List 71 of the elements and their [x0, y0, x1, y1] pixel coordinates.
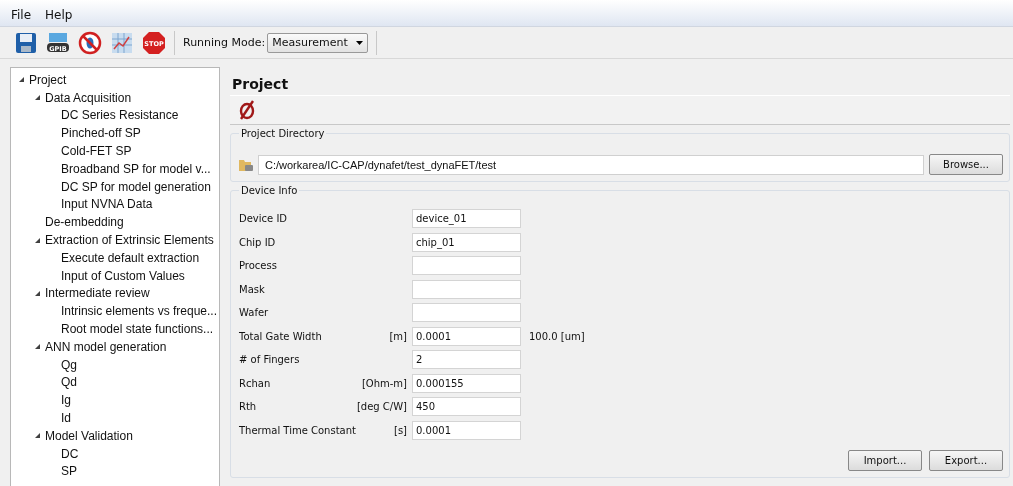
running-mode-dropdown[interactable]: Measurement: [267, 32, 368, 53]
input-field[interactable]: [412, 279, 521, 299]
tree-item[interactable]: Id: [59, 411, 73, 426]
input-field[interactable]: 450: [412, 397, 521, 417]
expand-arrow-icon[interactable]: [33, 432, 41, 440]
tree-item[interactable]: Broadband SP for model v...: [59, 161, 213, 176]
input-field[interactable]: chip_01: [412, 232, 521, 252]
tree-item[interactable]: Input of Custom Values: [59, 268, 187, 283]
expand-arrow-icon[interactable]: [33, 236, 41, 244]
field-label: # of Fingers: [239, 354, 301, 366]
group-title: Project Directory: [239, 128, 327, 139]
tree-item[interactable]: Model Validation: [43, 428, 135, 443]
field-label: Rchan: [239, 377, 272, 389]
tree-item[interactable]: Extraction of Extrinsic Elements: [43, 233, 216, 248]
unit-label: [m]: [389, 330, 407, 342]
panel-title: Project: [231, 75, 290, 94]
action-button[interactable]: Import...: [848, 450, 922, 471]
tree-item[interactable]: Cold-FET SP: [59, 144, 134, 159]
tree-item[interactable]: Qg: [59, 357, 79, 372]
tree-item[interactable]: Execute default extraction: [59, 250, 202, 265]
field-label: Thermal Time Constant: [239, 424, 355, 436]
converted-value: 100.0 [um]: [528, 330, 585, 342]
tree-item[interactable]: De-embedding: [43, 215, 126, 230]
group-title: Device Info: [239, 185, 300, 196]
menu-item[interactable]: Help: [38, 8, 80, 26]
input-field[interactable]: 2: [412, 350, 521, 370]
unit-label: [deg C/W]: [356, 401, 407, 413]
folder-icon: [239, 158, 253, 171]
tree-item[interactable]: Pinched-off SP: [59, 126, 143, 141]
tree-item[interactable]: DC Series Resistance: [59, 108, 181, 123]
field-label: Total Gate Width: [239, 330, 323, 342]
tree-item[interactable]: DC: [59, 446, 81, 461]
field-label: Mask: [239, 283, 266, 295]
field-label: Wafer: [239, 307, 270, 319]
expand-arrow-icon[interactable]: [33, 343, 41, 351]
input-field[interactable]: [412, 256, 521, 276]
tree-item[interactable]: Qd: [59, 375, 79, 390]
input-field[interactable]: device_01: [412, 209, 521, 229]
expand-arrow-icon[interactable]: [17, 76, 25, 84]
action-button[interactable]: Export...: [929, 450, 1003, 471]
input-field[interactable]: 0.0001: [412, 326, 521, 346]
tree-item[interactable]: Project: [27, 72, 69, 87]
expand-arrow-icon[interactable]: [33, 94, 41, 102]
field-label: Process: [239, 260, 278, 272]
expand-arrow-icon[interactable]: [33, 289, 41, 297]
field-label: Rth: [239, 401, 258, 413]
save-icon[interactable]: [14, 30, 38, 55]
empty-set-icon[interactable]: [238, 100, 256, 120]
tree-item[interactable]: SP: [59, 464, 79, 479]
input-field[interactable]: 0.0001: [412, 420, 521, 440]
field-label: Device ID: [239, 213, 289, 225]
unit-label: [Ohm-m]: [361, 377, 407, 389]
tree-item[interactable]: Input NVNA Data: [59, 197, 155, 212]
no-bug-icon[interactable]: [78, 30, 102, 55]
tree-item[interactable]: DC SP for model generation: [59, 179, 213, 194]
dropdown-arrow-icon: [355, 40, 363, 45]
directory-field[interactable]: C:/workarea/IC-CAP/dynafet/test_dynaFET/test: [258, 154, 924, 175]
input-field[interactable]: [412, 303, 521, 323]
running-mode-label: Running Mode:: [183, 36, 266, 49]
tree-item[interactable]: Intrinsic elements vs freque...: [58, 304, 219, 319]
tree-item[interactable]: Data Acquisition: [43, 90, 134, 105]
tree-item[interactable]: Ig: [59, 393, 73, 408]
input-field[interactable]: 0.000155: [412, 373, 521, 393]
tree-item[interactable]: Root model state functions...: [59, 322, 216, 337]
field-label: Chip ID: [239, 236, 277, 248]
unit-label: [s]: [394, 424, 407, 436]
tree-item[interactable]: Intermediate review: [43, 286, 152, 301]
tree-item[interactable]: ANN model generation: [43, 339, 169, 354]
grid-icon[interactable]: [110, 30, 134, 55]
browse-button[interactable]: Browse...: [929, 154, 1003, 175]
menu-item[interactable]: File: [4, 8, 39, 26]
